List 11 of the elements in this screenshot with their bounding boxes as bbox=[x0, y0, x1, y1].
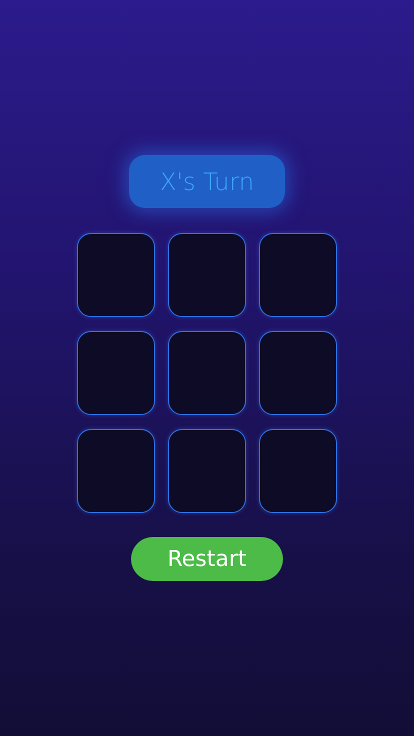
board-cell[interactable] bbox=[259, 429, 337, 513]
board-cell[interactable] bbox=[168, 429, 246, 513]
board-cell[interactable] bbox=[77, 331, 155, 415]
restart-button[interactable]: Restart bbox=[131, 537, 283, 581]
turn-indicator: X's Turn bbox=[129, 155, 285, 208]
board-cell[interactable] bbox=[77, 429, 155, 513]
board-cell[interactable] bbox=[259, 233, 337, 317]
board-cell[interactable] bbox=[77, 233, 155, 317]
board-cell[interactable] bbox=[168, 331, 246, 415]
board-cell[interactable] bbox=[259, 331, 337, 415]
board-cell[interactable] bbox=[168, 233, 246, 317]
